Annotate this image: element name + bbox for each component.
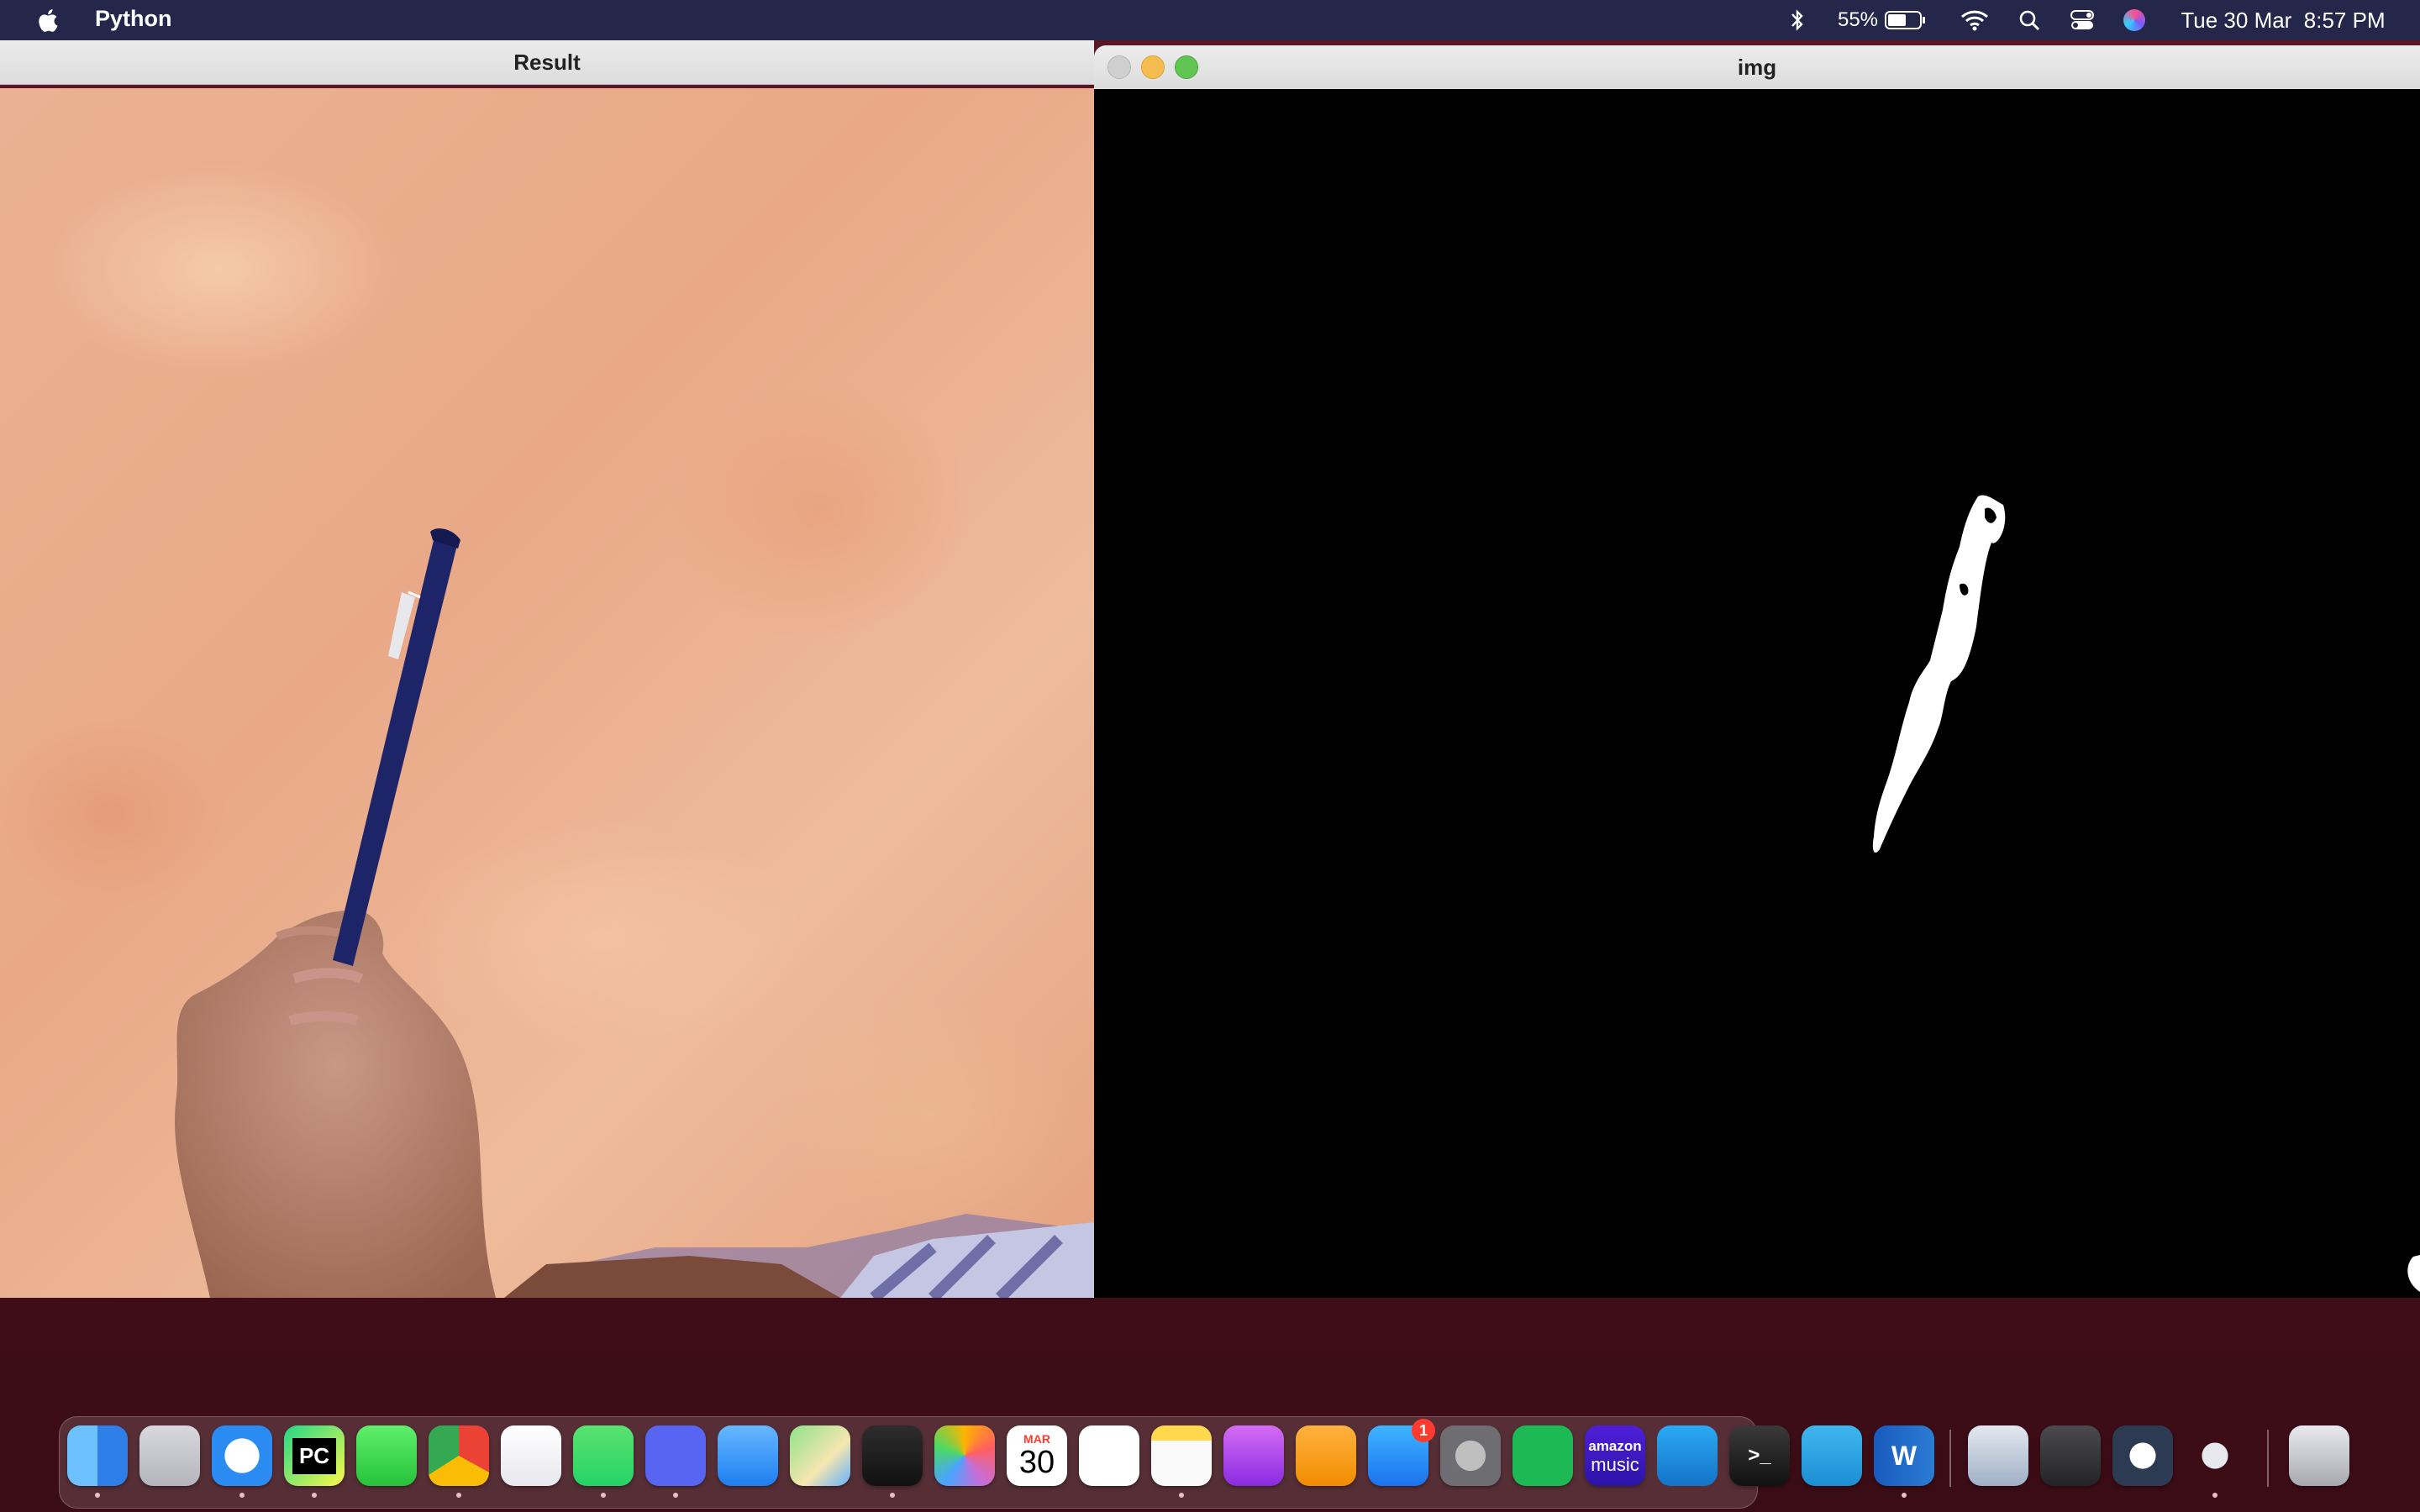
bluetooth-icon[interactable]: [1785, 0, 1810, 40]
notification-badge: 1: [1412, 1419, 1435, 1442]
quicktime-icon[interactable]: [2112, 1425, 2173, 1486]
dock-icon-label: >_: [1748, 1444, 1771, 1467]
dock-icon-label-top: amazon: [1588, 1438, 1642, 1454]
dock-icon-label: W: [1891, 1440, 1918, 1471]
finder-icon[interactable]: [67, 1425, 128, 1486]
img-window: img: [1094, 45, 2420, 1298]
app-store-icon[interactable]: 1: [1368, 1419, 1435, 1486]
calendar-day: 30: [1018, 1445, 1055, 1480]
rocket-icon[interactable]: [2185, 1425, 2245, 1486]
pages-icon[interactable]: [1296, 1425, 1356, 1486]
system-preferences-icon[interactable]: [1440, 1425, 1501, 1486]
dock-icon-label-bottom: music: [1591, 1454, 1639, 1475]
dock-separator: [1949, 1430, 1951, 1487]
safari-icon[interactable]: [212, 1425, 272, 1486]
calculator-icon[interactable]: [2040, 1425, 2101, 1486]
running-indicator: [1902, 1493, 1907, 1498]
terminal-icon[interactable]: >_: [1729, 1425, 1790, 1486]
preview-icon[interactable]: [1968, 1425, 2028, 1486]
discord-icon[interactable]: [645, 1425, 706, 1486]
menu-bar: Python 55% Tue 30 Mar 8:57 PM: [0, 0, 2420, 40]
result-window-titlebar[interactable]: Result: [0, 40, 1094, 85]
battery-percentage: 55%: [1837, 8, 1879, 31]
siri-icon[interactable]: [2121, 0, 2148, 40]
calendar-month: MAR: [1023, 1432, 1050, 1446]
xcode-icon[interactable]: [501, 1425, 561, 1486]
notes-icon[interactable]: [1151, 1425, 1212, 1486]
result-window: Result: [0, 40, 1094, 1298]
search-icon[interactable]: [2015, 0, 2044, 40]
calendar-icon[interactable]: MAR 30: [1007, 1425, 1067, 1486]
minimize-button[interactable]: [1141, 55, 1165, 79]
podcasts-icon[interactable]: [1223, 1425, 1284, 1486]
img-window-title: img: [1737, 54, 1777, 80]
activity-monitor-icon[interactable]: [862, 1425, 923, 1486]
launchpad-icon[interactable]: [139, 1425, 200, 1486]
maximize-button[interactable]: [1175, 55, 1198, 79]
reminders-icon[interactable]: [1079, 1425, 1139, 1486]
whatsapp-icon[interactable]: [573, 1425, 634, 1486]
running-indicator: [673, 1493, 678, 1498]
photos-icon[interactable]: [934, 1425, 995, 1486]
mask-image: [1872, 495, 2420, 1292]
running-indicator: [2212, 1493, 2217, 1498]
running-indicator: [456, 1493, 461, 1498]
control-center-icon[interactable]: [2067, 0, 2097, 40]
clock[interactable]: Tue 30 Mar 8:57 PM: [2173, 0, 2393, 40]
chrome-icon[interactable]: [429, 1425, 489, 1486]
trash-icon[interactable]: [2289, 1425, 2349, 1486]
vscode-icon[interactable]: [1657, 1425, 1718, 1486]
maps-icon[interactable]: [790, 1425, 850, 1486]
running-indicator: [890, 1493, 895, 1498]
battery-icon[interactable]: [1884, 0, 1928, 40]
result-camera-frame: [0, 88, 1094, 1298]
mail-icon[interactable]: [718, 1425, 778, 1486]
spotify-icon[interactable]: [1512, 1425, 1573, 1486]
running-indicator: [601, 1493, 606, 1498]
dock-separator: [2267, 1430, 2269, 1487]
running-indicator: [239, 1493, 245, 1498]
amazon-music-icon[interactable]: amazon music: [1585, 1425, 1645, 1486]
img-window-titlebar[interactable]: img: [1094, 45, 2420, 90]
wifi-icon[interactable]: [1958, 0, 1991, 40]
result-window-title: Result: [513, 49, 581, 75]
camera-image: [175, 528, 1094, 1298]
running-indicator: [312, 1493, 317, 1498]
running-indicator: [1179, 1493, 1184, 1498]
close-button[interactable]: [1107, 55, 1131, 79]
threshold-mask-frame: [1094, 89, 2420, 1298]
running-indicator: [95, 1493, 100, 1498]
apple-icon[interactable]: [34, 5, 64, 35]
telegram-icon[interactable]: [1802, 1425, 1862, 1486]
messages-icon[interactable]: [356, 1425, 417, 1486]
dock-icon-label: PC: [292, 1437, 337, 1474]
pycharm-icon[interactable]: PC: [284, 1425, 345, 1486]
active-app-name[interactable]: Python: [95, 6, 172, 32]
word-icon[interactable]: W: [1874, 1425, 1934, 1486]
